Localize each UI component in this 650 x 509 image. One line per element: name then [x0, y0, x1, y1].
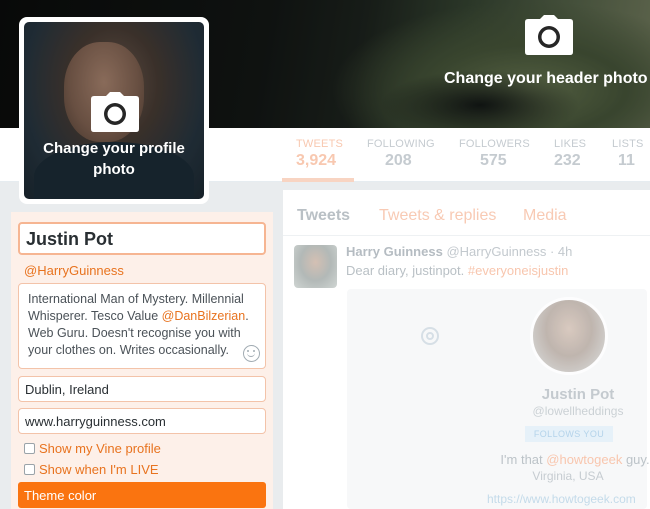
tweet-header: Harry Guinness @HarryGuinness · 4h	[346, 244, 572, 259]
change-profile-photo-label[interactable]: Change your profile photo	[24, 138, 204, 180]
live-checkbox-row[interactable]: Show when I'm LIVE	[24, 462, 159, 477]
name-input[interactable]: Justin Pot	[18, 222, 266, 255]
tweet-time: · 4h	[549, 244, 573, 259]
website-input[interactable]: www.harryguinness.com	[18, 408, 266, 434]
profile-photo[interactable]: Change your profile photo	[24, 22, 204, 199]
stat-tweets[interactable]: TWEETS 3,924	[296, 138, 343, 170]
card-avatar	[530, 297, 608, 375]
emoji-icon[interactable]	[243, 345, 260, 362]
vine-checkbox[interactable]	[24, 443, 35, 454]
card-location: Virginia, USA	[532, 469, 604, 483]
tab-media[interactable]: Media	[523, 207, 567, 225]
bio-textarea[interactable]: International Man of Mystery. Millennial…	[18, 283, 266, 369]
change-header-photo-label[interactable]: Change your header photo	[444, 70, 650, 88]
camera-icon[interactable]	[524, 15, 574, 55]
profile-handle: @HarryGuinness	[24, 263, 124, 278]
bio-mention[interactable]: @DanBilzerian	[162, 309, 246, 323]
tab-tweets-replies[interactable]: Tweets & replies	[379, 207, 496, 225]
tweet-author[interactable]: Harry Guinness	[346, 244, 443, 259]
card-bio: I'm that @howtogeek guy.	[500, 452, 650, 467]
tweet-avatar[interactable]	[294, 245, 337, 288]
tweet-hashtag[interactable]: #everyoneisjustin	[468, 263, 568, 278]
tab-tweets[interactable]: Tweets	[297, 207, 350, 225]
tweet-text: Dear diary, justinpot. #everyoneisjustin	[346, 263, 569, 278]
theme-color-button[interactable]: Theme color	[18, 482, 266, 508]
card-url[interactable]: https://www.howtogeek.com	[487, 492, 636, 506]
live-checkbox[interactable]	[24, 464, 35, 475]
gear-icon[interactable]	[421, 327, 439, 345]
divider	[283, 235, 650, 236]
follows-you-badge: FOLLOWS YOU	[525, 426, 613, 442]
stat-likes[interactable]: LIKES 232	[554, 138, 586, 170]
location-input[interactable]: Dublin, Ireland	[18, 376, 266, 402]
camera-icon[interactable]	[90, 92, 140, 132]
profile-photo-frame[interactable]: Change your profile photo	[19, 17, 209, 204]
vine-checkbox-row[interactable]: Show my Vine profile	[24, 441, 161, 456]
stat-following[interactable]: FOLLOWING 208	[367, 138, 435, 170]
card-handle: @lowellheddings	[532, 404, 624, 418]
active-stat-underline	[282, 178, 354, 182]
stat-lists[interactable]: LISTS 11	[612, 138, 644, 170]
tweet-handle[interactable]: @HarryGuinness	[446, 244, 546, 259]
card-name: Justin Pot	[541, 386, 615, 403]
stat-followers[interactable]: FOLLOWERS 575	[459, 138, 530, 170]
